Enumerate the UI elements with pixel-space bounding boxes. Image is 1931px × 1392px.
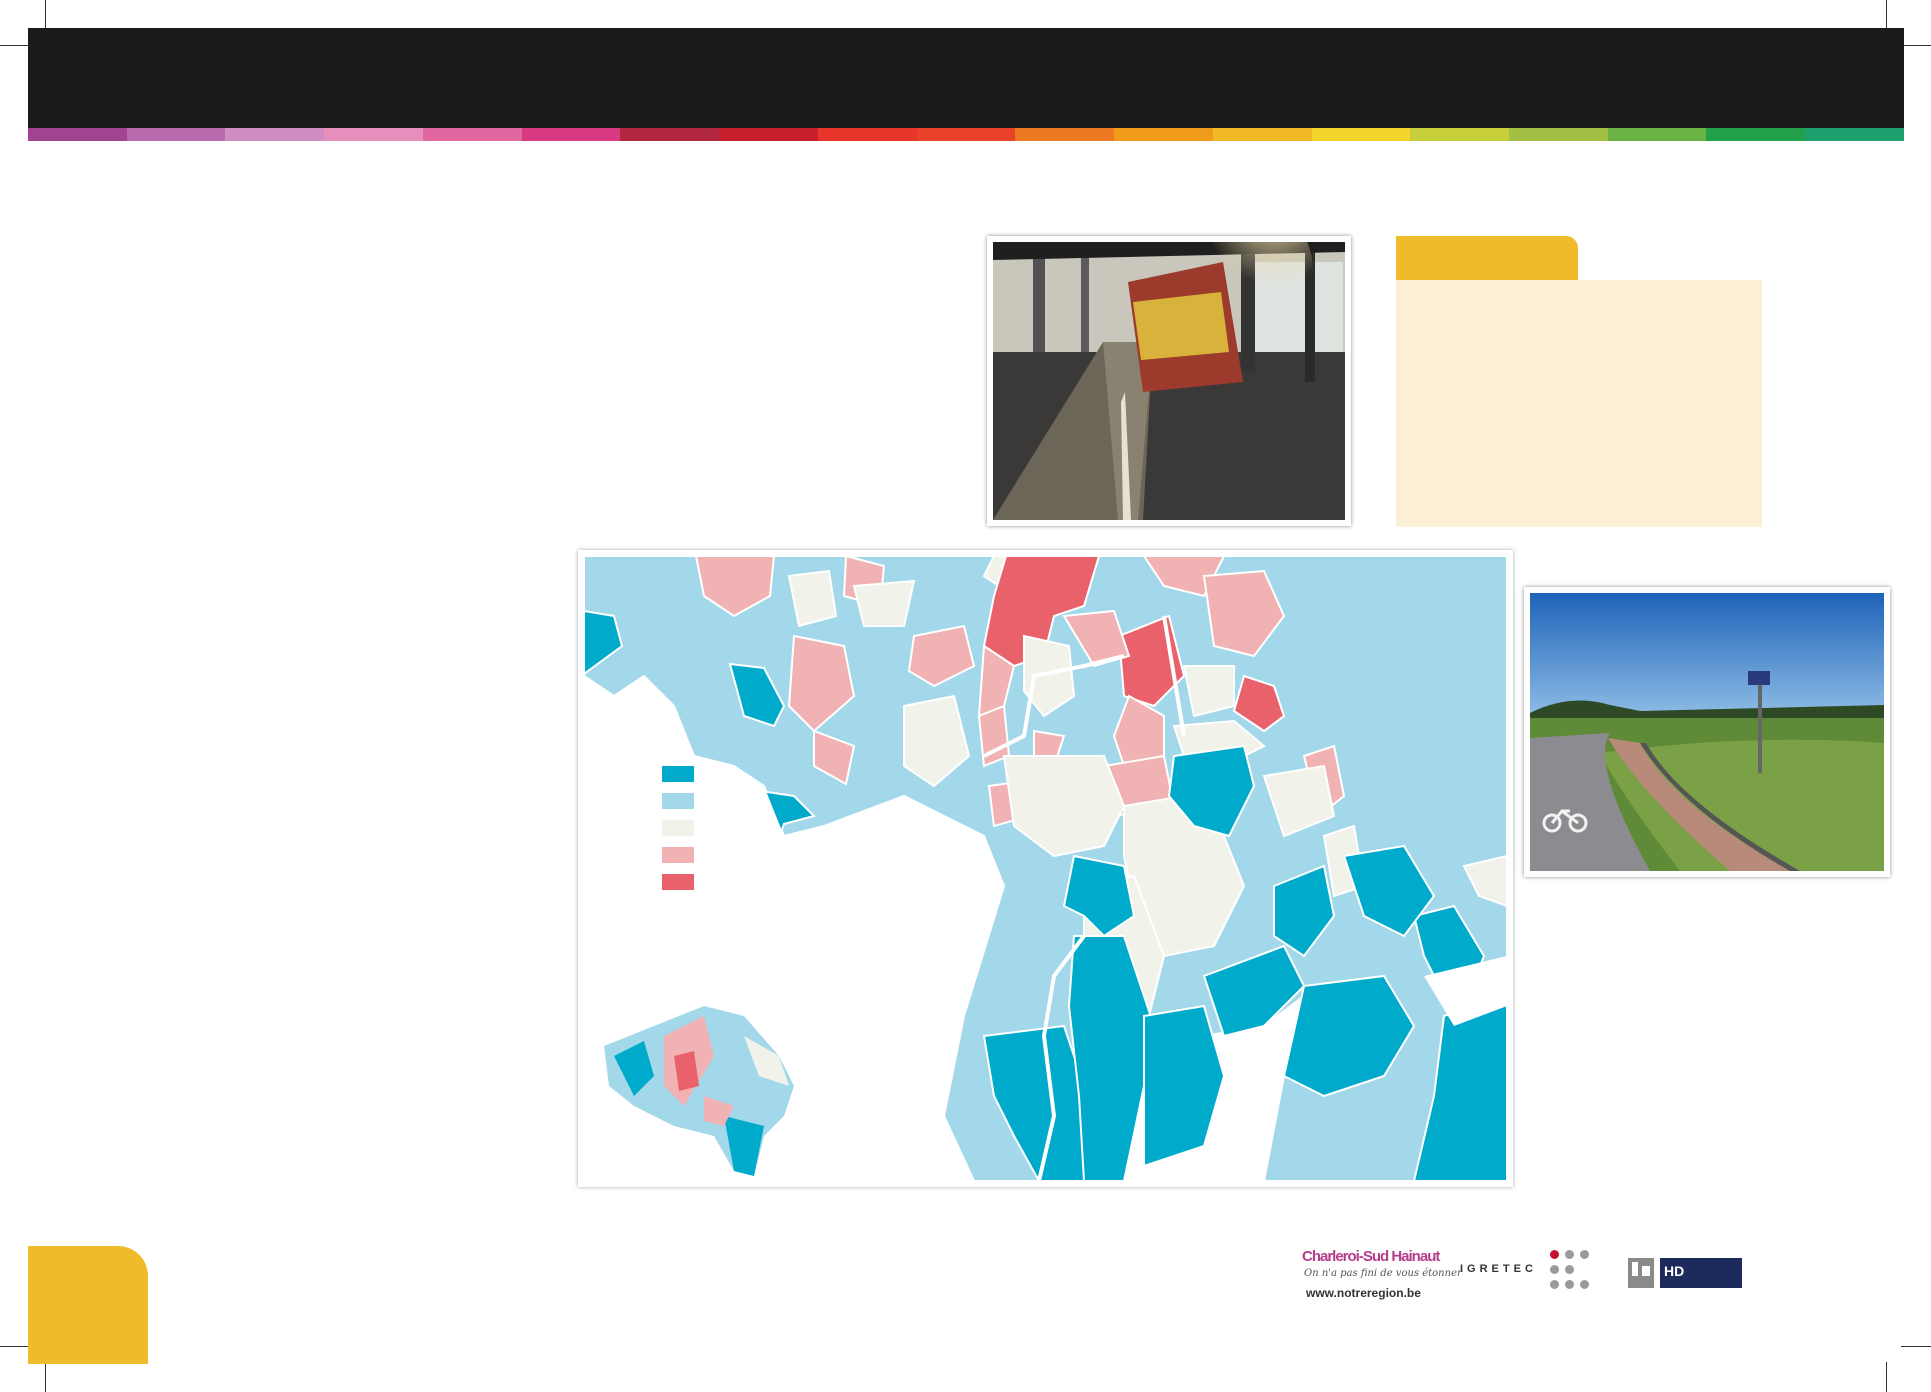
csh-tagline: On n'a pas fini de vous étonner [1304,1268,1462,1279]
stripe-segment [1805,128,1904,141]
hainaut-developpement-logo: HD [1628,1258,1742,1288]
stripe-segment [1509,128,1608,141]
stripe-segment [1410,128,1510,141]
stripe-segment [1015,128,1115,141]
stripe-segment [324,128,423,141]
stripe-segment [28,128,127,141]
legend-swatch [662,874,694,890]
page-corner-tab [28,1246,148,1364]
stripe-segment [916,128,1016,141]
hd-text: HD [1664,1263,1684,1279]
info-box [1396,280,1762,527]
map-legend [662,766,694,901]
page-header-band [28,28,1904,128]
color-stripe [28,128,1904,141]
stripe-segment [817,128,917,141]
stripe-segment [620,128,720,141]
legend-swatch [662,847,694,863]
igretec-dots-icon [1550,1250,1594,1294]
stripe-segment [126,128,226,141]
stripe-segment [719,128,818,141]
crop-mark [0,1346,30,1347]
stripe-segment [422,128,522,141]
crop-mark [45,1362,46,1392]
crop-mark [0,45,30,46]
igretec-logo: IGRETEC [1460,1263,1537,1275]
photo-cycle-path [1524,587,1890,877]
choropleth-map [578,550,1513,1187]
stripe-segment [1607,128,1707,141]
legend-swatch [662,793,694,809]
stripe-segment [1311,128,1411,141]
legend-swatch [662,766,694,782]
info-box-tab [1396,236,1578,280]
stripe-segment [1114,128,1213,141]
crop-mark [1901,1346,1931,1347]
stripe-segment [225,128,325,141]
crop-mark [45,0,46,30]
photo-tram-station [987,236,1351,526]
stripe-segment [1212,128,1312,141]
stripe-segment [521,128,621,141]
crop-mark [1886,0,1887,30]
csh-logo: Charleroi-Sud Hainaut [1302,1248,1440,1265]
crop-mark [1886,1362,1887,1392]
website-link[interactable]: www.notreregion.be [1306,1286,1421,1300]
legend-swatch [662,820,694,836]
crop-mark [1901,45,1931,46]
stripe-segment [1706,128,1806,141]
